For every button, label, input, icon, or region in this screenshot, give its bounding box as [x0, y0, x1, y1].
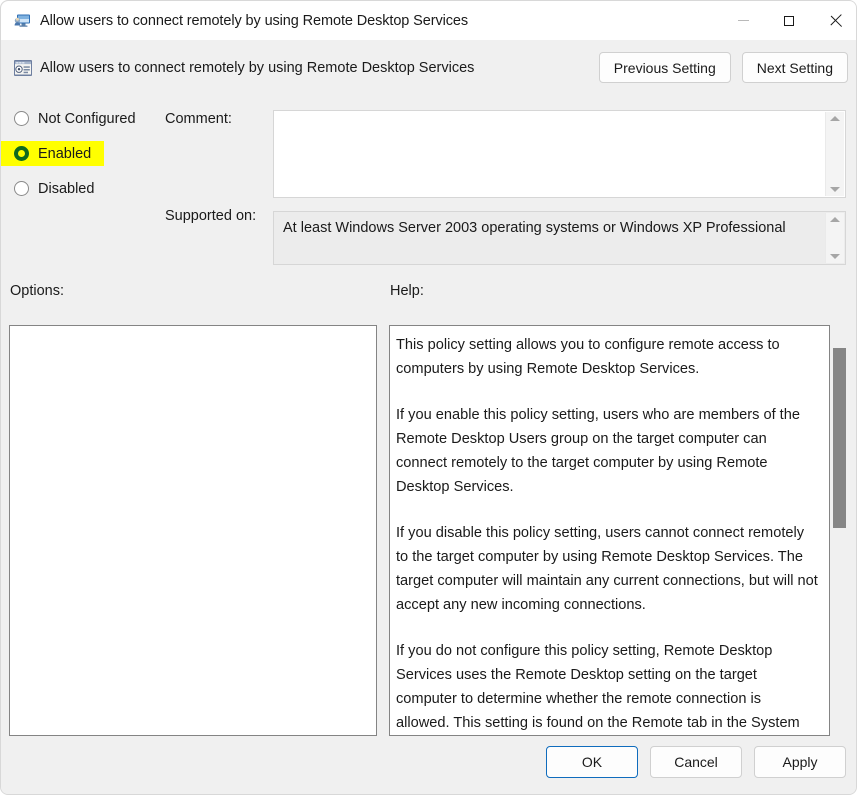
help-paragraph: If you disable this policy setting, user… — [396, 525, 818, 613]
help-paragraph: This policy setting allows you to config… — [396, 337, 780, 377]
scroll-down-arrow-icon[interactable] — [830, 187, 840, 192]
policy-title: Allow users to connect remotely by using… — [40, 60, 475, 76]
minimize-button[interactable] — [720, 1, 766, 40]
window-controls — [720, 1, 856, 40]
supported-on-field: At least Windows Server 2003 operating s… — [273, 211, 846, 265]
close-icon — [829, 14, 842, 27]
ok-button[interactable]: OK — [546, 746, 638, 778]
setting-navigation: Previous Setting Next Setting — [598, 52, 848, 83]
comment-label: Comment: — [165, 111, 232, 127]
radio-option-not-configured[interactable]: Not Configured — [1, 106, 136, 131]
cancel-button[interactable]: Cancel — [650, 746, 742, 778]
remote-desktop-icon — [13, 12, 31, 30]
window-title: Allow users to connect remotely by using… — [40, 12, 468, 29]
minimize-icon — [737, 20, 749, 21]
maximize-icon — [784, 15, 794, 26]
radio-icon-enabled — [14, 146, 29, 161]
previous-setting-button[interactable]: Previous Setting — [598, 52, 731, 83]
group-policy-setting-icon — [12, 57, 34, 79]
footer-button-group: OK Cancel Apply — [546, 746, 846, 778]
radio-label-disabled: Disabled — [38, 180, 95, 197]
options-label: Options: — [10, 283, 64, 299]
radio-label-enabled: Enabled — [38, 145, 92, 162]
policy-setting-dialog: Allow users to connect remotely by using… — [0, 0, 857, 795]
dialog-footer: OK Cancel Apply — [1, 736, 856, 794]
help-paragraph: If you enable this policy setting, users… — [396, 407, 800, 495]
radio-option-enabled[interactable]: Enabled — [1, 141, 105, 166]
policy-state-radio-group: Not Configured Enabled Disabled — [1, 106, 161, 211]
scroll-down-arrow-icon[interactable] — [830, 254, 840, 259]
help-paragraph: If you do not configure this policy sett… — [396, 643, 800, 731]
help-label: Help: — [390, 283, 424, 299]
comment-scrollbar[interactable] — [825, 112, 844, 196]
close-button[interactable] — [812, 1, 856, 40]
policy-header: Allow users to connect remotely by using… — [1, 40, 856, 95]
scroll-up-arrow-icon[interactable] — [830, 116, 840, 121]
radio-label-not-configured: Not Configured — [38, 110, 136, 127]
help-panel: This policy setting allows you to config… — [389, 325, 830, 736]
comment-input[interactable] — [273, 110, 846, 198]
next-setting-button[interactable]: Next Setting — [741, 52, 848, 83]
help-scrollbar[interactable] — [833, 325, 846, 736]
radio-icon-not-configured — [14, 111, 29, 126]
help-scrollbar-thumb[interactable] — [833, 348, 846, 528]
supported-on-value: At least Windows Server 2003 operating s… — [283, 220, 786, 236]
supported-on-label: Supported on: — [165, 208, 257, 224]
scroll-up-arrow-icon[interactable] — [830, 217, 840, 222]
options-panel[interactable] — [9, 325, 377, 736]
apply-button[interactable]: Apply — [754, 746, 846, 778]
radio-icon-disabled — [14, 181, 29, 196]
title-bar: Allow users to connect remotely by using… — [1, 1, 856, 40]
radio-option-disabled[interactable]: Disabled — [1, 176, 94, 201]
supported-on-scrollbar[interactable] — [825, 213, 844, 263]
maximize-button[interactable] — [766, 1, 812, 40]
